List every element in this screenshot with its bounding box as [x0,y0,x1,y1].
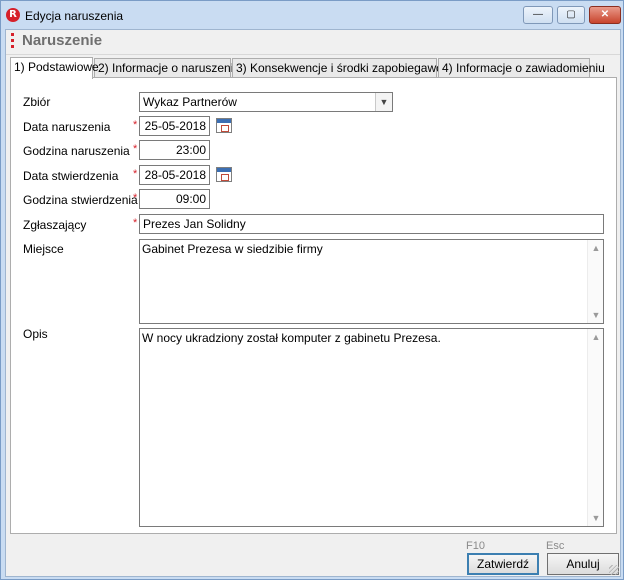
zbior-value: Wykaz Partnerów [143,95,237,109]
tab-panel: Zbiór Wykaz Partnerów ▼ Data naruszenia … [10,77,617,534]
data-naruszenia-field[interactable]: 25-05-2018 [139,116,210,136]
required-mark: * [133,217,138,229]
godzina-naruszenia-field[interactable]: 23:00 [139,140,210,160]
scroll-up-icon[interactable]: ▲ [588,329,604,345]
miejsce-scrollbar[interactable]: ▲ ▼ [587,240,603,323]
tab-konsekwencje[interactable]: 3) Konsekwencje i środki zapobiegawcze [232,58,455,78]
chevron-down-icon[interactable]: ▼ [375,93,392,111]
godzina-stwierdzenia-field[interactable]: 09:00 [139,189,210,209]
dialog-window: R Edycja naruszenia — ▢ ✕ Naruszenie 1) … [0,0,624,580]
calendar-icon[interactable] [216,118,232,133]
maximize-button[interactable]: ▢ [557,6,585,24]
opis-scrollbar[interactable]: ▲ ▼ [587,329,603,526]
minimize-button[interactable]: — [523,6,553,24]
opis-label: Opis [23,327,48,341]
scroll-down-icon[interactable]: ▼ [588,307,604,323]
tab-informacje-o-naruszeniu[interactable]: 2) Informacje o naruszeniu [94,58,240,78]
godzina-stwierdzenia-label: Godzina stwierdzenia [23,193,138,207]
page-title: Naruszenie [22,32,103,49]
required-mark: * [133,119,138,131]
zbior-label: Zbiór [23,95,51,109]
miejsce-value: Gabinet Prezesa w siedzibie firmy [142,242,323,256]
opis-textarea[interactable]: W nocy ukradziony został komputer z gabi… [139,328,604,527]
required-mark: * [133,168,138,180]
data-stwierdzenia-label: Data stwierdzenia [23,169,119,183]
window-title: Edycja naruszenia [25,9,124,23]
title-bar[interactable]: R Edycja naruszenia — ▢ ✕ [1,1,623,29]
required-mark: * [133,143,138,155]
header-dots-icon [11,33,14,49]
zglaszajacy-label: Zgłaszający [23,218,87,232]
dialog-client-area: Naruszenie 1) Podstawiowe 2) Informacje … [5,29,621,577]
close-button[interactable]: ✕ [589,6,621,24]
miejsce-label: Miejsce [23,242,64,256]
app-logo-icon: R [6,8,20,22]
data-stwierdzenia-field[interactable]: 28-05-2018 [139,165,210,185]
ok-shortcut-hint: F10 [466,540,485,552]
header-divider [6,54,620,55]
opis-value: W nocy ukradziony został komputer z gabi… [142,331,441,345]
zglaszajacy-field[interactable]: Prezes Jan Solidny [139,214,604,234]
godzina-naruszenia-label: Godzina naruszenia [23,144,130,158]
zbior-select[interactable]: Wykaz Partnerów ▼ [139,92,393,112]
header-bar: Naruszenie [6,30,620,52]
tab-podstawowe[interactable]: 1) Podstawiowe [10,57,99,79]
tab-informacje-o-zawiadomieniu[interactable]: 4) Informacje o zawiadomieniu [438,58,605,78]
calendar-icon[interactable] [216,167,232,182]
cancel-shortcut-hint: Esc [546,540,565,552]
scroll-down-icon[interactable]: ▼ [588,510,604,526]
data-naruszenia-label: Data naruszenia [23,120,111,134]
required-mark: * [133,192,138,204]
zatwierdz-button[interactable]: Zatwierdź [467,553,539,575]
miejsce-textarea[interactable]: Gabinet Prezesa w siedzibie firmy ▲ ▼ [139,239,604,324]
resize-grip-icon[interactable] [609,565,619,575]
scroll-up-icon[interactable]: ▲ [588,240,604,256]
